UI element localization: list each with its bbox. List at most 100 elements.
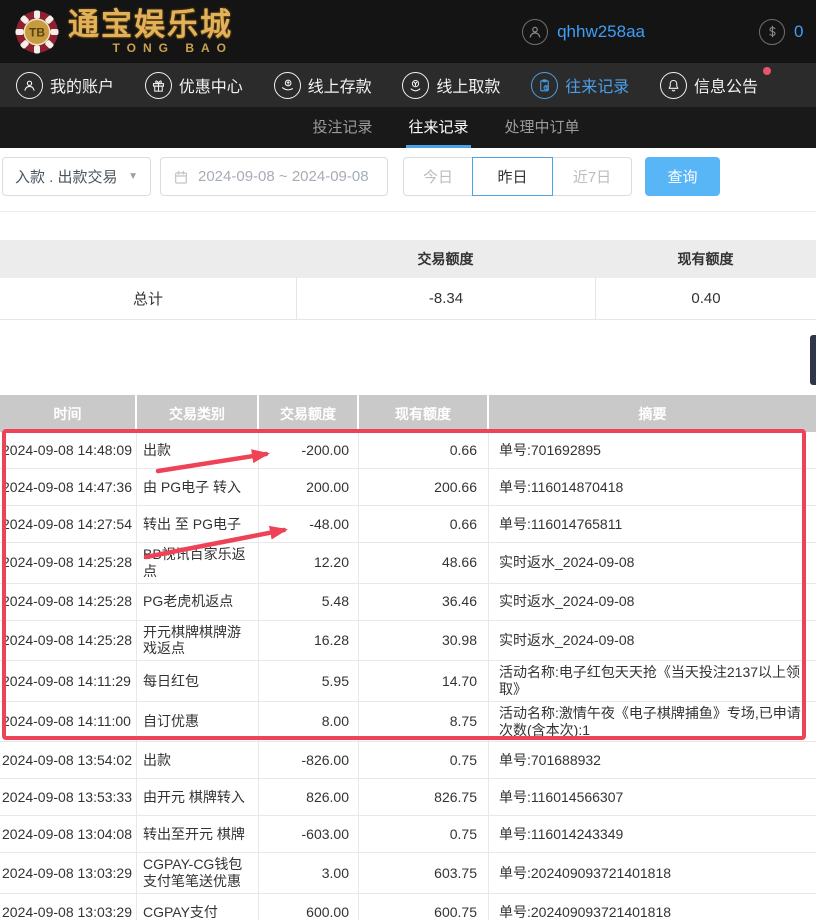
summary-table: 交易额度 现有额度 总计 -8.34 0.40 <box>0 240 816 320</box>
cell-balance: 200.66 <box>359 469 489 505</box>
col-header-type: 交易类别 <box>137 395 259 432</box>
cell-amount: 12.20 <box>259 543 359 583</box>
user-box: qhhw258aa 0 <box>522 19 816 45</box>
cell-memo: 单号:701688932 <box>489 742 816 778</box>
cell-balance: 826.75 <box>359 779 489 815</box>
cell-memo: 单号:116014566307 <box>489 779 816 815</box>
record-subtabs: 投注记录 往来记录 处理中订单 <box>0 107 816 148</box>
cell-time: 2024-09-08 13:03:29 <box>0 894 137 920</box>
cell-amount: -200.00 <box>259 432 359 468</box>
col-header-balance: 现有额度 <box>359 395 489 432</box>
cell-type: 转出至开元 棋牌 <box>137 816 259 852</box>
withdraw-icon <box>402 72 429 99</box>
cell-balance: 14.70 <box>359 661 489 701</box>
site-logo[interactable]: TB 通宝娱乐城 TONG BAO <box>0 9 233 55</box>
user-avatar-icon <box>522 19 548 45</box>
nav-item-announcements[interactable]: 信息公告 <box>660 72 758 99</box>
cell-type: 每日红包 <box>137 661 259 701</box>
cell-type: PG老虎机返点 <box>137 584 259 620</box>
table-row: 2024-09-08 14:27:54转出 至 PG电子-48.000.66单号… <box>0 506 816 543</box>
balance-dollar-icon <box>759 19 785 45</box>
calendar-icon <box>173 169 189 185</box>
quick-date-group: 今日 昨日 近7日 <box>403 157 632 196</box>
records-table-header: 时间 交易类别 交易额度 现有额度 摘要 <box>0 395 816 432</box>
summary-col-trade: 交易额度 <box>296 240 595 278</box>
top-bar: TB 通宝娱乐城 TONG BAO qhhw258aa 0 <box>0 0 816 63</box>
cell-type: CGPAY支付 <box>137 894 259 920</box>
nav-label: 我的账户 <box>50 73 114 97</box>
cell-type: 转出 至 PG电子 <box>137 506 259 542</box>
nav-item-my-account[interactable]: 我的账户 <box>16 72 114 99</box>
cell-amount: 3.00 <box>259 853 359 893</box>
cell-time: 2024-09-08 14:25:28 <box>0 584 137 620</box>
today-button[interactable]: 今日 <box>403 157 473 196</box>
cell-type: 由开元 棋牌转入 <box>137 779 259 815</box>
tab-pending-orders[interactable]: 处理中订单 <box>503 107 582 148</box>
summary-header-row: 交易额度 现有额度 <box>0 240 816 278</box>
cell-memo: 活动名称:激情午夜《电子棋牌捕鱼》专场,已申请次数(含本次):1 <box>489 702 816 742</box>
cell-amount: 8.00 <box>259 702 359 742</box>
cell-balance: 600.75 <box>359 894 489 920</box>
cell-time: 2024-09-08 14:27:54 <box>0 506 137 542</box>
cell-balance: 0.66 <box>359 506 489 542</box>
table-row: 2024-09-08 14:25:28开元棋牌棋牌游戏返点16.2830.98实… <box>0 621 816 662</box>
table-row: 2024-09-08 13:03:29CGPAY-CG钱包支付笔笔送优惠3.00… <box>0 853 816 894</box>
cell-type: 开元棋牌棋牌游戏返点 <box>137 621 259 661</box>
main-nav: 我的账户 优惠中心 线上存款 <box>0 63 816 107</box>
summary-col-balance: 现有额度 <box>595 240 816 278</box>
side-floating-widget[interactable] <box>810 335 816 385</box>
transaction-type-select[interactable]: 入款 . 出款交易 ▼ <box>2 157 151 196</box>
yesterday-button[interactable]: 昨日 <box>472 157 553 196</box>
account-icon <box>16 72 43 99</box>
cell-memo: 单号:116014765811 <box>489 506 816 542</box>
cell-type: 自订优惠 <box>137 702 259 742</box>
table-row: 2024-09-08 14:25:28PG老虎机返点5.4836.46实时返水_… <box>0 584 816 621</box>
table-row: 2024-09-08 13:54:02出款-826.000.75单号:70168… <box>0 742 816 779</box>
cell-time: 2024-09-08 14:47:36 <box>0 469 137 505</box>
nav-label: 线上取款 <box>436 73 500 97</box>
nav-item-promotions[interactable]: 优惠中心 <box>145 72 243 99</box>
summary-total-row: 总计 -8.34 0.40 <box>0 278 816 320</box>
nav-item-withdraw[interactable]: 线上取款 <box>402 72 500 99</box>
cell-type: 出款 <box>137 432 259 468</box>
table-row: 2024-09-08 14:25:28BB视讯百家乐返点12.2048.66实时… <box>0 543 816 584</box>
cell-memo: 实时返水_2024-09-08 <box>489 621 816 661</box>
tab-transaction-records[interactable]: 往来记录 <box>406 107 470 148</box>
summary-total-label: 总计 <box>0 278 296 319</box>
cell-time: 2024-09-08 14:11:00 <box>0 702 137 742</box>
transaction-records-page: TB 通宝娱乐城 TONG BAO qhhw258aa 0 <box>0 0 816 920</box>
date-range-input[interactable]: 2024-09-08 ~ 2024-09-08 <box>160 157 388 196</box>
cell-time: 2024-09-08 13:03:29 <box>0 853 137 893</box>
nav-label: 线上存款 <box>308 73 372 97</box>
cell-balance: 0.66 <box>359 432 489 468</box>
cell-amount: 600.00 <box>259 894 359 920</box>
nav-label: 信息公告 <box>694 73 758 97</box>
cell-memo: 单号:202409093721401818 <box>489 853 816 893</box>
cell-balance: 48.66 <box>359 543 489 583</box>
table-row: 2024-09-08 14:11:00自订优惠8.008.75活动名称:激情午夜… <box>0 702 816 743</box>
transaction-type-value: 入款 . 出款交易 <box>15 166 118 187</box>
records-rows: 2024-09-08 14:48:09出款-200.000.66单号:70169… <box>0 432 816 920</box>
cell-memo: 单号:116014870418 <box>489 469 816 505</box>
cell-balance: 0.75 <box>359 816 489 852</box>
notice-unread-dot <box>763 67 771 75</box>
logo-en-text: TONG BAO <box>113 42 233 54</box>
records-icon <box>531 72 558 99</box>
table-row: 2024-09-08 13:03:29CGPAY支付600.00600.75单号… <box>0 894 816 920</box>
poker-chip-logo-icon: TB <box>14 9 60 55</box>
tab-betting-records[interactable]: 投注记录 <box>310 107 374 148</box>
nav-item-transaction-records[interactable]: 往来记录 <box>531 72 629 99</box>
date-range-value: 2024-09-08 ~ 2024-09-08 <box>198 168 369 185</box>
table-row: 2024-09-08 14:47:36由 PG电子 转入200.00200.66… <box>0 469 816 506</box>
cell-memo: 实时返水_2024-09-08 <box>489 584 816 620</box>
col-header-memo: 摘要 <box>489 395 816 432</box>
table-row: 2024-09-08 13:04:08转出至开元 棋牌-603.000.75单号… <box>0 816 816 853</box>
query-button[interactable]: 查询 <box>645 157 720 196</box>
last7days-button[interactable]: 近7日 <box>552 157 632 196</box>
cell-memo: 单号:701692895 <box>489 432 816 468</box>
nav-item-deposit[interactable]: 线上存款 <box>274 72 372 99</box>
cell-time: 2024-09-08 14:11:29 <box>0 661 137 701</box>
username-text[interactable]: qhhw258aa <box>557 22 645 42</box>
notice-icon <box>660 72 687 99</box>
balance-text[interactable]: 0 <box>794 22 816 42</box>
